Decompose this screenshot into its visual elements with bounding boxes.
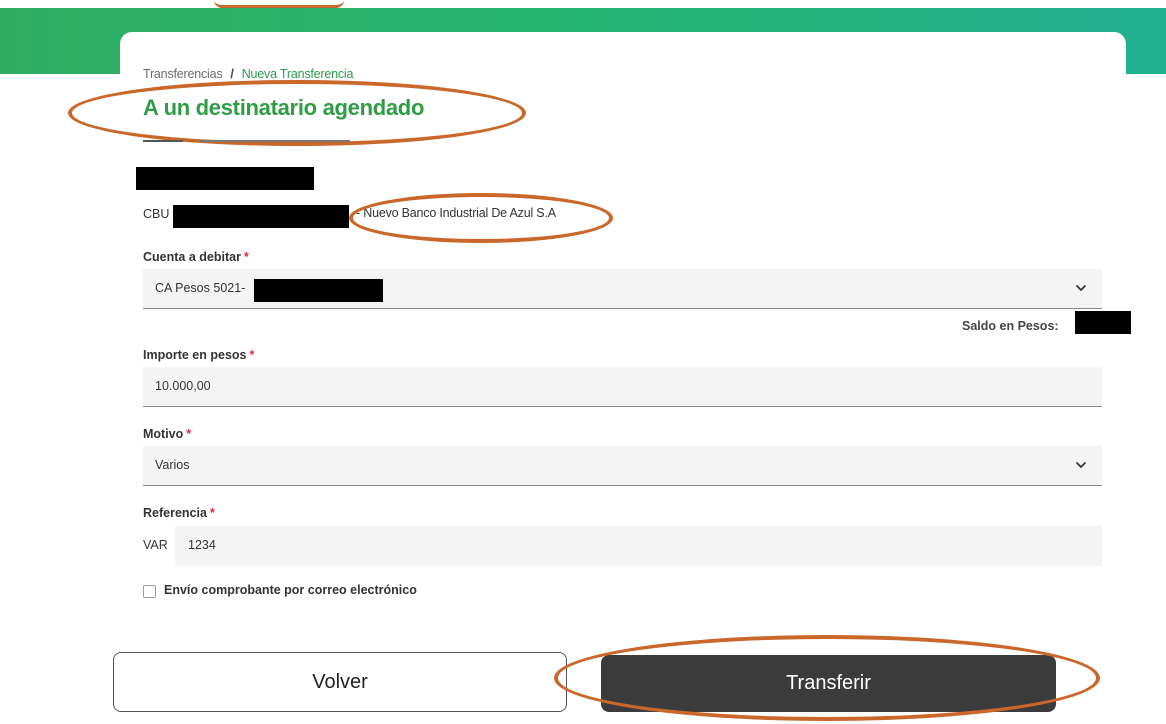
- transfer-page: Transferencias / Nueva Transferencia A un …: [0, 0, 1166, 724]
- back-button[interactable]: Volver: [113, 652, 567, 712]
- recipient-name-redacted: [136, 167, 314, 190]
- reason-label: Motivo *: [143, 427, 191, 441]
- annotation-ellipse-title: [68, 80, 526, 146]
- breadcrumb-current: Nueva Transferencia: [241, 67, 354, 81]
- amount-value: 10.000,00: [155, 379, 211, 393]
- amount-label-text: Importe en pesos: [143, 348, 247, 362]
- reference-value: 1234: [188, 538, 216, 552]
- email-receipt-checkbox[interactable]: [143, 585, 156, 598]
- reference-prefix: VAR: [143, 538, 168, 552]
- reason-select[interactable]: Varios: [143, 446, 1102, 486]
- email-receipt-label: Envío comprobante por correo electrónico: [164, 583, 417, 597]
- annotation-mark-top: [214, 0, 344, 8]
- reference-label-text: Referencia: [143, 506, 207, 520]
- balance-label: Saldo en Pesos:: [962, 319, 1059, 333]
- required-marker: *: [243, 250, 249, 264]
- required-marker: *: [209, 506, 215, 520]
- breadcrumb-separator: /: [230, 67, 234, 81]
- required-marker: *: [186, 427, 192, 441]
- cbu-label: CBU: [143, 207, 170, 221]
- annotation-ellipse-transfer: [554, 635, 1100, 721]
- reason-label-text: Motivo: [143, 427, 184, 441]
- amount-input[interactable]: 10.000,00: [143, 367, 1102, 407]
- reference-label: Referencia *: [143, 506, 215, 520]
- annotation-ellipse-bank: [349, 193, 613, 243]
- balance-redacted: [1075, 311, 1131, 334]
- debit-account-label: Cuenta a debitar *: [143, 250, 249, 264]
- reference-row: VAR 1234: [143, 526, 1102, 566]
- amount-label: Importe en pesos *: [143, 348, 254, 362]
- chevron-down-icon: [1076, 285, 1086, 291]
- breadcrumb: Transferencias / Nueva Transferencia: [143, 67, 353, 81]
- chevron-down-icon: [1076, 462, 1086, 468]
- debit-account-value: CA Pesos 5021-: [155, 281, 246, 295]
- breadcrumb-transferencias[interactable]: Transferencias: [143, 67, 223, 81]
- required-marker: *: [249, 348, 255, 362]
- reason-value: Varios: [155, 458, 190, 472]
- debit-account-label-text: Cuenta a debitar: [143, 250, 241, 264]
- account-number-redacted: [254, 279, 383, 302]
- cbu-number-redacted: [173, 205, 349, 228]
- reference-input[interactable]: 1234: [175, 526, 1102, 566]
